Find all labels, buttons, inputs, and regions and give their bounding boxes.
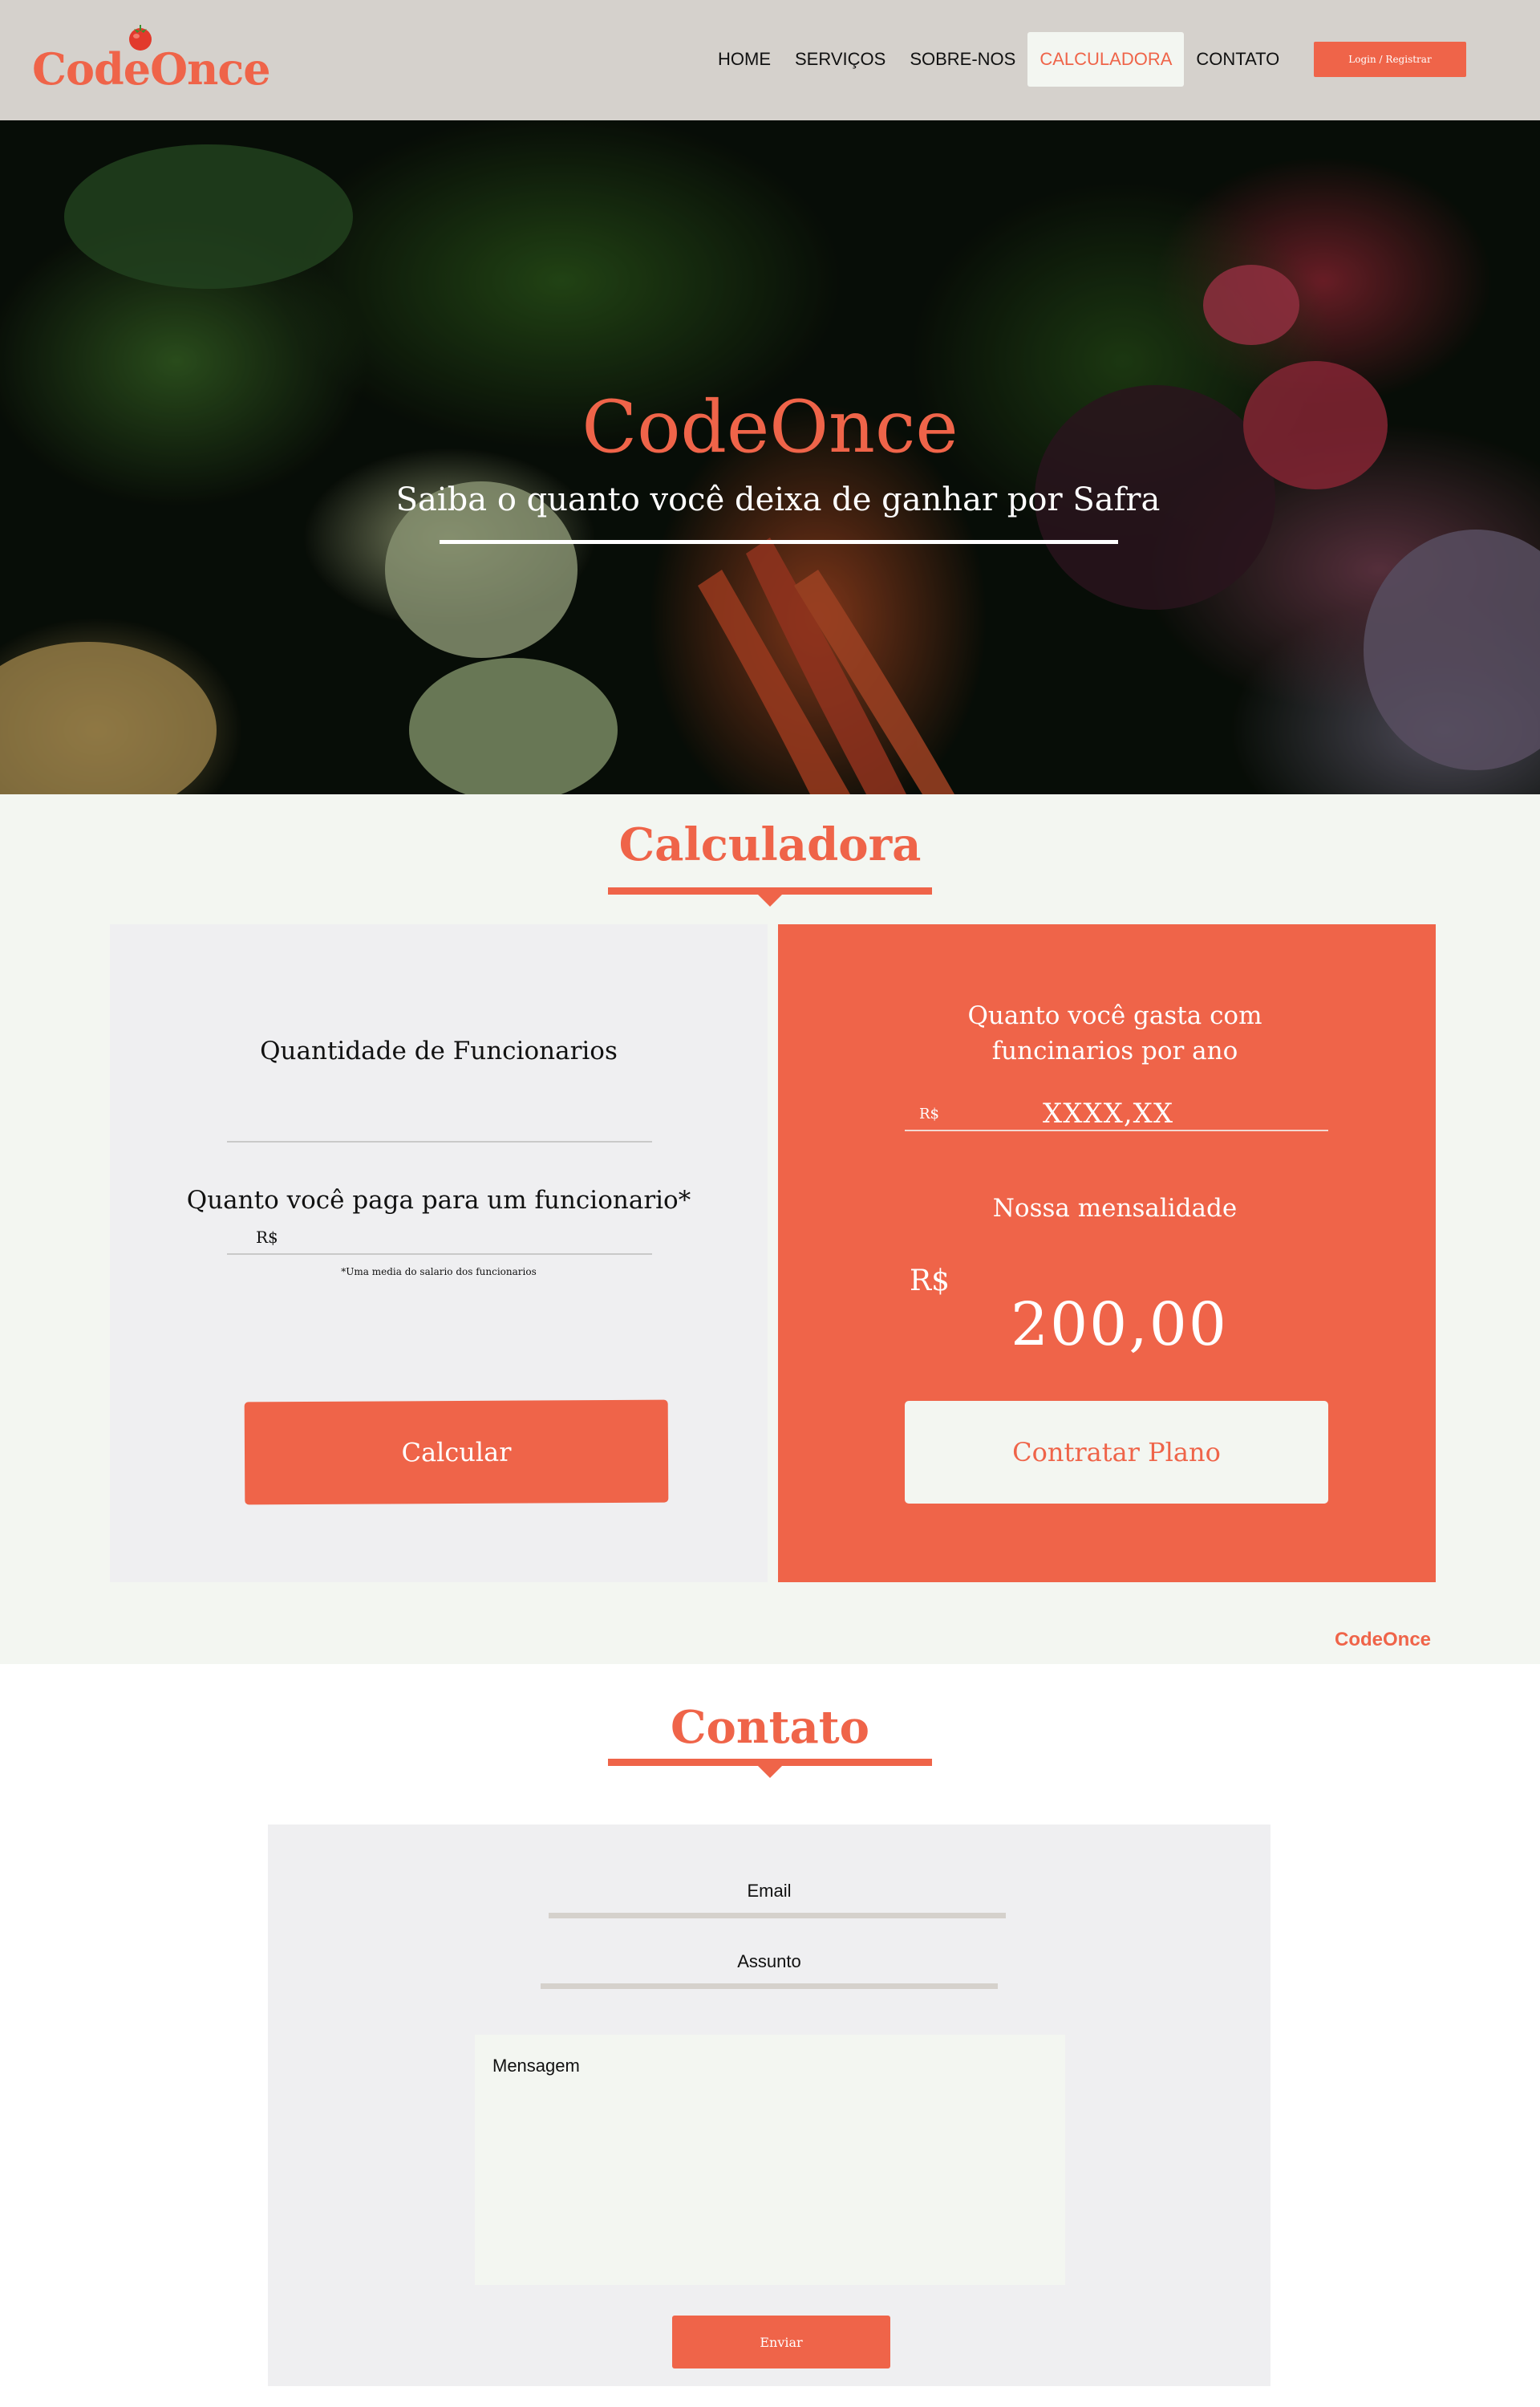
subject-input[interactable] [541,1983,998,1989]
yearly-cost-currency-prefix: R$ [919,1106,940,1122]
employees-input-underline [227,1141,652,1143]
top-navbar: CodeOnce HOME SERVIÇOS SOBRE-NOS CALCULA… [0,0,1540,120]
calculator-footer-brand: CodeOnce [1335,1629,1432,1650]
hero-subtitle: Saiba o quanto você deixa de ganhar por … [395,481,1161,518]
contact-form: Email Assunto Mensagem Enviar [268,1825,1270,2386]
hire-plan-button[interactable]: Contratar Plano [905,1401,1328,1504]
salary-input-underline [227,1253,652,1255]
calculator-result-panel: Quanto você gasta com funcinarios por an… [778,924,1436,1582]
hero-divider [440,540,1118,544]
yearly-cost-value: XXXX,XX [1043,1098,1174,1130]
calculator-input-panel: Quantidade de Funcionarios Quanto você p… [110,924,768,1582]
salary-label: Quanto você paga para um funcionario* [186,1186,691,1215]
monthly-fee-label: Nossa mensalidade [992,1194,1238,1223]
calculator-section: Calculadora Quantidade de Funcionarios Q… [0,794,1540,1664]
message-placeholder: Mensagem [492,2056,580,2076]
employees-input[interactable] [227,1109,652,1141]
hero-title: CodeOnce [582,385,958,469]
nav-item-home[interactable]: HOME [706,32,783,87]
brand-logo[interactable]: CodeOnce [32,22,271,103]
nav-item-sobre-nos[interactable]: SOBRE-NOS [898,32,1027,87]
email-label: Email [747,1881,792,1901]
nav-menu: HOME SERVIÇOS SOBRE-NOS CALCULADORA CONT… [706,32,1291,87]
contact-title: Contato [670,1701,869,1754]
salary-note: *Uma media do salario dos funcionarios [341,1266,537,1277]
yearly-cost-label-line2: funcinarios por ano [991,1037,1238,1065]
nav-item-calculadora[interactable]: CALCULADORA [1027,32,1185,87]
hero-banner: CodeOnce Saiba o quanto você deixa de ga… [0,120,1540,794]
salary-input[interactable] [286,1224,652,1252]
calculate-button[interactable]: Calcular [244,1399,669,1505]
send-button[interactable]: Enviar [672,2316,890,2368]
subject-label: Assunto [737,1951,801,1971]
contact-section: Contato Email Assunto Mensagem Enviar [0,1664,1540,2407]
logo-text: CodeOnce [32,43,271,95]
nav-item-contato[interactable]: CONTATO [1184,32,1291,87]
salary-currency-prefix: R$ [256,1228,278,1247]
monthly-fee-currency-prefix: R$ [910,1264,950,1297]
calculator-title: Calculadora [618,818,922,871]
monthly-fee-value: 200,00 [1011,1290,1228,1359]
employees-label: Quantidade de Funcionarios [260,1037,618,1065]
message-textarea[interactable]: Mensagem [475,2035,1065,2285]
nav-item-servicos[interactable]: SERVIÇOS [783,32,898,87]
calculator-title-notch [757,894,783,907]
contact-title-notch [757,1765,783,1778]
email-input[interactable] [549,1913,1006,1918]
yearly-cost-underline [905,1130,1328,1131]
yearly-cost-label-line1: Quanto você gasta com [967,1001,1262,1030]
login-register-button[interactable]: Login / Registrar [1314,42,1466,77]
